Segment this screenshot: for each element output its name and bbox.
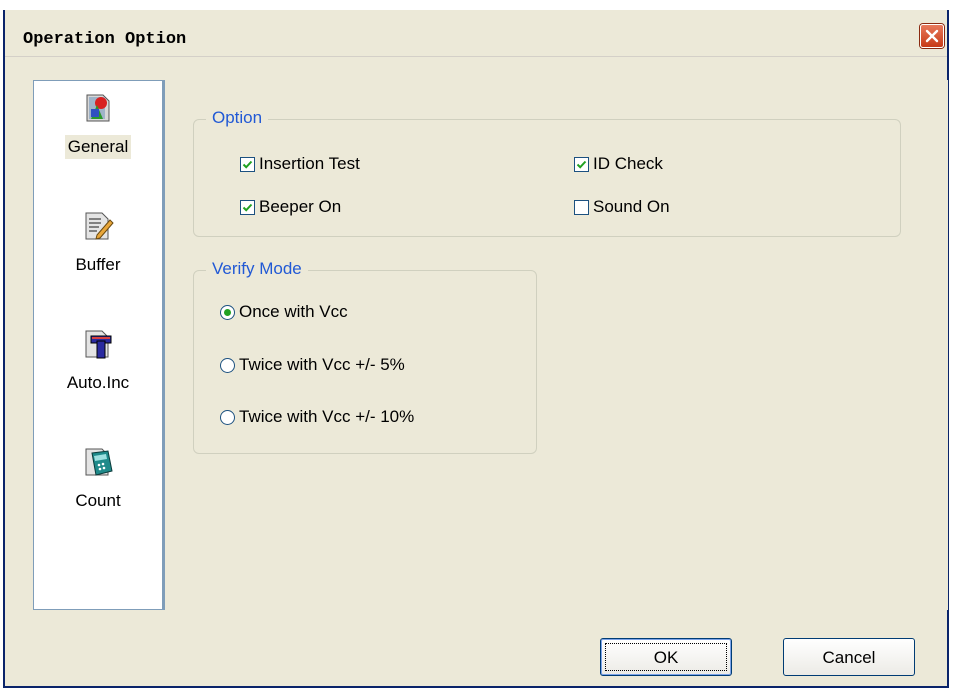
checkmark-icon [242, 203, 253, 212]
sound-on-checkbox[interactable]: Sound On [574, 197, 670, 217]
focus-rectangle [605, 643, 727, 671]
radio-button[interactable] [220, 304, 235, 320]
option-label: Once with Vcc [239, 302, 348, 321]
sidebar-item-general[interactable]: General [34, 91, 162, 159]
sidebar-item-label: Auto.Inc [66, 373, 130, 392]
sidebar-item-label: Count [75, 491, 121, 510]
option-label: Sound On [593, 197, 670, 216]
sidebar-item-auto-inc[interactable]: Auto.Inc [34, 327, 162, 395]
operation-option-dialog: Operation Option General Buffer Auto.Inc… [3, 10, 949, 688]
verify-mode-group: Verify Mode Once with Vcc Twice with Vcc… [193, 259, 537, 454]
checkmark-icon [576, 160, 587, 169]
beeper-on-checkbox[interactable]: Beeper On [240, 197, 341, 217]
group-title: Option [206, 108, 269, 128]
ok-button[interactable]: OK [600, 638, 732, 676]
option-label: Beeper On [259, 197, 342, 216]
auto-inc-icon [85, 330, 112, 359]
insertion-test-checkbox[interactable]: Insertion Test [240, 154, 360, 174]
close-button[interactable] [920, 24, 944, 48]
checkbox-box[interactable] [574, 199, 589, 215]
radio-button[interactable] [220, 357, 235, 373]
group-title: Verify Mode [206, 259, 308, 279]
option-group: Option Insertion Test ID Check Beeper On [193, 108, 901, 237]
sidebar-item-count[interactable]: Count [34, 445, 162, 513]
general-icon [86, 94, 110, 122]
general-settings-panel: Option Insertion Test ID Check Beeper On [163, 80, 948, 610]
checkbox-box[interactable] [574, 156, 589, 172]
option-label: Twice with Vcc +/- 10% [239, 407, 415, 426]
sidebar-item-label: General [64, 135, 132, 159]
radio-selected-dot [224, 308, 231, 316]
once-with-vcc-radio[interactable]: Once with Vcc [220, 302, 348, 322]
id-check-checkbox[interactable]: ID Check [574, 154, 663, 174]
sidebar-item-buffer[interactable]: Buffer [34, 209, 162, 277]
radio-button[interactable] [220, 409, 235, 425]
title-bar[interactable]: Operation Option [5, 10, 947, 57]
category-sidebar: General Buffer Auto.Inc Count [33, 80, 163, 610]
option-label: Twice with Vcc +/- 5% [239, 355, 405, 374]
close-icon [925, 29, 939, 43]
checkbox-box[interactable] [240, 199, 255, 215]
count-calculator-icon [85, 448, 113, 476]
option-label: Insertion Test [259, 154, 360, 173]
cancel-button[interactable]: Cancel [783, 638, 915, 676]
window-title: Operation Option [23, 30, 187, 49]
option-label: ID Check [593, 154, 663, 173]
checkmark-icon [242, 160, 253, 169]
checkbox-box[interactable] [240, 156, 255, 172]
cancel-label: Cancel [822, 648, 876, 667]
sidebar-item-label: Buffer [75, 255, 121, 274]
buffer-pencil-icon [85, 212, 114, 240]
twice-vcc-5-radio[interactable]: Twice with Vcc +/- 5% [220, 355, 405, 375]
twice-vcc-10-radio[interactable]: Twice with Vcc +/- 10% [220, 407, 414, 427]
